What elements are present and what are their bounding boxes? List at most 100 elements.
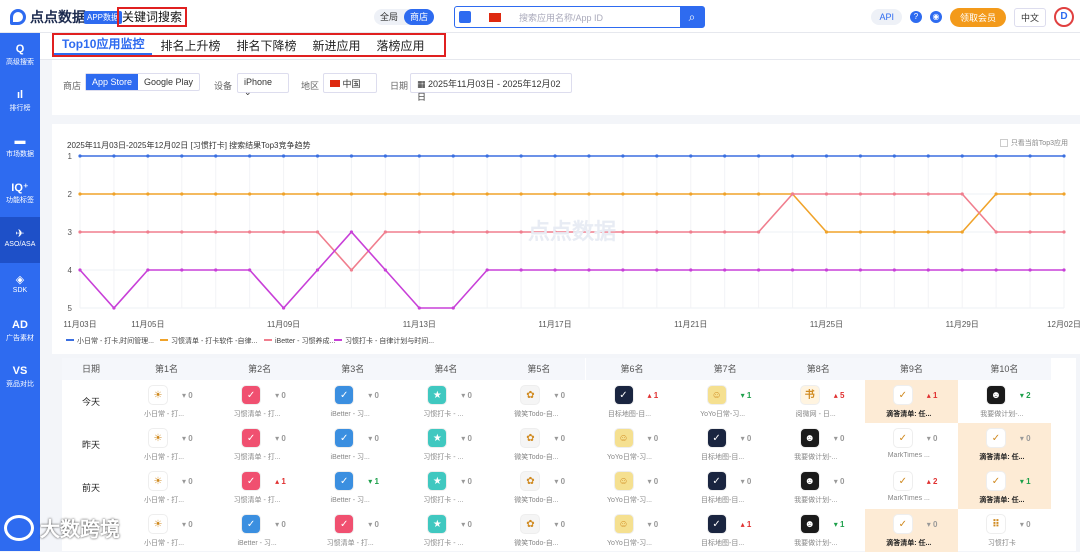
app-icon[interactable]: ☻ [799, 514, 820, 534]
table-cell[interactable]: ✓ ▾ 1 iBetter - 习... [306, 466, 399, 509]
data-point[interactable] [214, 154, 218, 158]
data-point[interactable] [960, 192, 964, 196]
data-point[interactable] [248, 230, 252, 234]
app-icon[interactable]: ✓ [892, 471, 913, 491]
data-point[interactable] [383, 230, 387, 234]
data-point[interactable] [485, 154, 489, 158]
scope-all[interactable]: 全局 [374, 9, 404, 25]
app-icon[interactable]: ✓ [613, 385, 634, 405]
data-point[interactable] [78, 192, 82, 196]
app-icon[interactable]: ✓ [985, 471, 1006, 491]
data-point[interactable] [78, 268, 82, 272]
app-name[interactable]: 滴答清单: 任... [869, 409, 949, 419]
tab-1[interactable]: 排名上升榜 [152, 37, 228, 54]
app-icon[interactable]: ✿ [520, 428, 541, 448]
data-point[interactable] [1062, 230, 1066, 234]
table-cell[interactable]: ✓ ▾ 0 目标地图-目... [679, 423, 772, 466]
data-point[interactable] [281, 192, 286, 196]
sidebar-item-3[interactable]: IQ⁺ 功能标签 [0, 171, 40, 217]
app-icon[interactable]: ☺ [613, 428, 634, 448]
app-name[interactable]: iBetter - 习... [217, 538, 297, 548]
app-name[interactable]: 习惯清单 - 打... [217, 495, 297, 505]
data-point[interactable] [790, 154, 795, 158]
app-icon[interactable]: ☺ [613, 471, 634, 491]
data-point[interactable] [926, 192, 930, 196]
tab-4[interactable]: 落榜应用 [369, 37, 433, 54]
data-point[interactable] [790, 192, 795, 196]
app-name[interactable]: 习惯清单 - 打... [310, 538, 390, 548]
data-point[interactable] [689, 268, 693, 272]
data-point[interactable] [281, 306, 286, 310]
app-name[interactable]: MarkTimes ... [869, 495, 949, 502]
app-name[interactable]: iBetter - 习... [310, 452, 390, 462]
data-point[interactable] [214, 230, 218, 234]
data-point[interactable] [146, 192, 150, 196]
date-range-picker[interactable]: ▦ 2025年11月03日 - 2025年12月02日 [410, 73, 572, 102]
data-point[interactable] [383, 192, 387, 196]
legend-entry[interactable]: 习惯清单 - 打卡软件 -自律... [171, 336, 257, 345]
table-cell[interactable]: ☻ ▾ 0 我要做计划-... [772, 466, 865, 509]
scope-store[interactable]: 商店 [404, 9, 435, 25]
app-icon[interactable]: ✓ [241, 471, 262, 491]
app-name[interactable]: 微笑Todo-自... [496, 409, 576, 419]
app-name[interactable]: YoYo日常-习... [590, 495, 670, 505]
data-point[interactable] [349, 268, 354, 272]
data-point[interactable] [994, 230, 998, 234]
region-select[interactable]: 中国 [323, 73, 377, 93]
data-point[interactable] [587, 154, 591, 158]
data-point[interactable] [417, 154, 421, 158]
data-point[interactable] [655, 230, 659, 234]
app-name[interactable]: 小日常 - 打... [124, 452, 204, 462]
data-point[interactable] [180, 154, 184, 158]
search-button[interactable]: ⌕ [680, 7, 704, 27]
data-point[interactable] [315, 268, 320, 272]
table-cell[interactable]: ✓ ▴ 1 目标地图-目... [679, 509, 772, 552]
table-cell[interactable]: ★ ▾ 0 习惯打卡 - ... [399, 423, 492, 466]
data-point[interactable] [892, 230, 896, 234]
data-point[interactable] [315, 192, 320, 196]
data-point[interactable] [1062, 268, 1066, 272]
app-store-icon[interactable] [459, 11, 471, 23]
data-point[interactable] [112, 154, 116, 158]
data-point[interactable] [214, 192, 218, 196]
data-point[interactable] [315, 154, 320, 158]
data-point[interactable] [281, 230, 286, 234]
data-point[interactable] [587, 192, 591, 196]
table-cell[interactable]: ⠿ ▾ 0 习惯打卡 [958, 509, 1051, 552]
data-point[interactable] [723, 230, 727, 234]
app-name[interactable]: 习惯打卡 - ... [403, 452, 483, 462]
app-name[interactable]: 我要做计划-... [962, 409, 1042, 419]
data-point[interactable] [417, 230, 421, 234]
data-point[interactable] [858, 268, 863, 272]
logo[interactable]: 点点数据 [10, 7, 86, 27]
app-name[interactable]: MarkTimes ... [869, 452, 949, 459]
data-point[interactable] [485, 230, 489, 234]
data-point[interactable] [78, 230, 82, 234]
store-selector[interactable]: App Store Google Play [85, 73, 201, 91]
data-point[interactable] [553, 192, 557, 196]
data-point[interactable] [1062, 192, 1066, 196]
data-point[interactable] [621, 268, 625, 272]
help-icon[interactable]: ? [909, 11, 922, 23]
sidebar-item-2[interactable]: ▬ 市场数据 [0, 125, 40, 171]
avatar[interactable]: D [1054, 7, 1074, 27]
table-cell[interactable]: ★ ▾ 0 习惯打卡 - ... [399, 466, 492, 509]
table-cell[interactable]: ✓ ▴ 2 MarkTimes ... [865, 466, 958, 509]
app-name[interactable]: 习惯清单 - 打... [217, 409, 297, 419]
app-name[interactable]: 我要做计划-... [776, 495, 856, 505]
data-point[interactable] [451, 230, 455, 234]
data-point[interactable] [960, 154, 964, 158]
app-icon[interactable]: ✓ [241, 514, 262, 534]
data-point[interactable] [858, 154, 863, 158]
app-icon[interactable]: 书 [799, 385, 820, 405]
data-point[interactable] [994, 154, 998, 158]
app-name[interactable]: 滴答清单: 任... [962, 452, 1042, 462]
vip-button[interactable]: 领取会员 [949, 7, 1006, 27]
data-point[interactable] [1062, 154, 1066, 158]
table-cell[interactable]: ✓ ▾ 0 MarkTimes ... [865, 423, 958, 466]
app-name[interactable]: 习惯打卡 [962, 538, 1042, 548]
app-name[interactable]: YoYo日常-习... [590, 538, 670, 548]
data-point[interactable] [349, 154, 354, 158]
tab-3[interactable]: 新进应用 [304, 37, 368, 54]
app-icon[interactable]: ☀ [148, 471, 168, 491]
